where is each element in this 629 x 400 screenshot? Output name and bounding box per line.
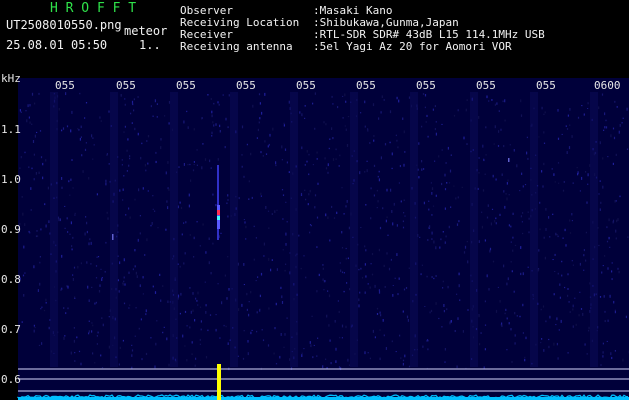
faint-echo	[508, 158, 510, 162]
y-tick-label: 0.6	[1, 373, 21, 386]
minute-band	[230, 92, 238, 367]
minute-band	[350, 92, 358, 367]
x-tick-label: 055	[416, 79, 436, 92]
x-tick-label: 055	[176, 79, 196, 92]
y-tick-label: 0.7	[1, 323, 21, 336]
x-tick-label: 055	[116, 79, 136, 92]
minute-band	[410, 92, 418, 367]
x-tick-label: 055	[296, 79, 316, 92]
y-tick-label: 0.8	[1, 273, 21, 286]
minute-band	[50, 92, 58, 367]
minute-band	[530, 92, 538, 367]
faint-echo	[112, 234, 114, 240]
minute-band	[290, 92, 298, 367]
echo-peak	[217, 210, 220, 215]
y-tick-label: 1.1	[1, 123, 21, 136]
echo-peak	[217, 216, 220, 220]
echo-power-spike	[217, 364, 221, 400]
minute-band	[110, 92, 118, 367]
minute-band	[590, 92, 598, 367]
spectrogram-plot	[17, 78, 629, 400]
hroft-screen: H R O F F T UT2508010550.png meteor 25.0…	[0, 0, 629, 400]
x-tick-label: 055	[536, 79, 556, 92]
x-tick-label: 0600	[594, 79, 621, 92]
y-tick-label: 1.0	[1, 173, 21, 186]
minute-band	[470, 92, 478, 367]
x-tick-label: 055	[356, 79, 376, 92]
y-tick-label: 0.9	[1, 223, 21, 236]
x-tick-label: 055	[236, 79, 256, 92]
x-tick-label: 055	[55, 79, 75, 92]
x-tick-label: 055	[476, 79, 496, 92]
y-axis-unit: kHz	[1, 72, 21, 85]
minute-band	[170, 92, 178, 367]
